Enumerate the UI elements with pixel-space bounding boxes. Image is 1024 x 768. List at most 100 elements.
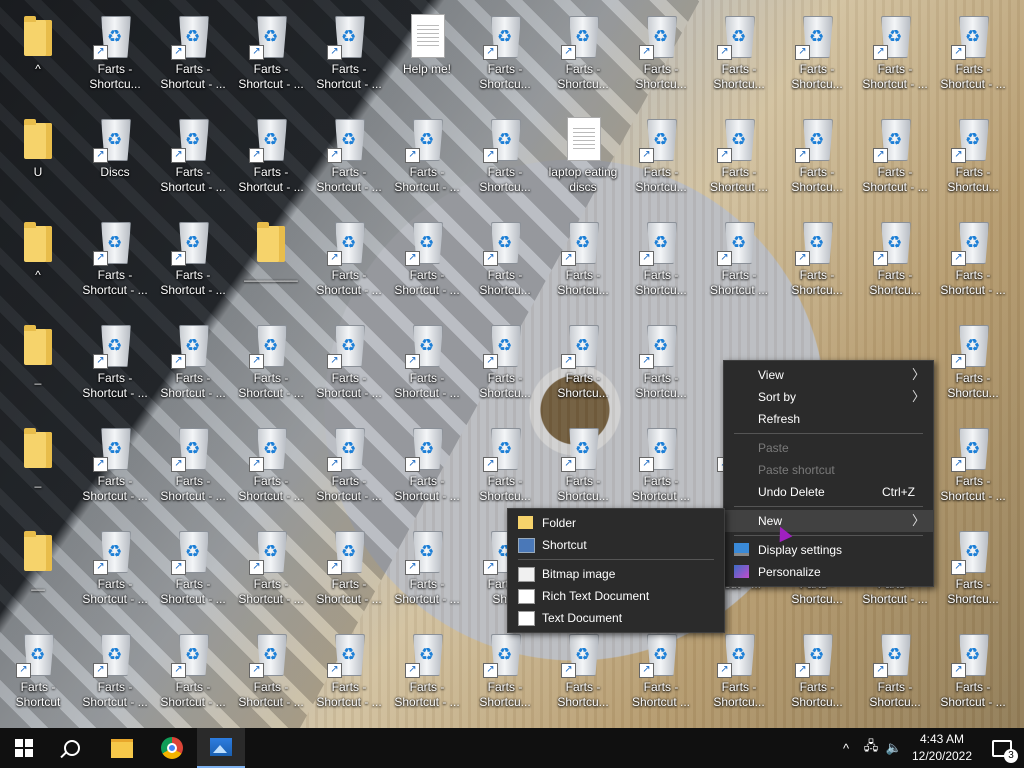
search-button[interactable] (48, 728, 96, 768)
desktop-icon[interactable]: ↗ Farts - Shortcu... (467, 622, 543, 722)
desktop-icon[interactable]: ↗ Farts - Shortcut - ... (311, 210, 387, 310)
taskbar-chrome[interactable] (148, 728, 196, 768)
submenu-item-shortcut[interactable]: Shortcut (508, 534, 724, 556)
desktop-icon[interactable]: ↗ Farts - Shortcut - ... (155, 210, 231, 310)
desktop-icon[interactable]: ↗ Farts - Shortcut - ... (935, 416, 1011, 516)
desktop-icon[interactable]: ↗ Farts - Shortcut - ... (77, 313, 153, 413)
desktop-icon[interactable]: ↗ Farts - Shortcut - ... (935, 622, 1011, 722)
submenu-item-rtf[interactable]: Rich Text Document (508, 585, 724, 607)
desktop-icon[interactable]: ↗ Farts - Shortcut - ... (233, 107, 309, 207)
desktop-icon[interactable]: ↗ Farts - Shortcut - ... (311, 519, 387, 619)
desktop-icon[interactable]: ↗ Farts - Shortcut - ... (77, 416, 153, 516)
menu-item-refresh[interactable]: Refresh (724, 408, 933, 430)
desktop-icon[interactable]: ↗ Farts - Shortcut - ... (389, 622, 465, 722)
submenu-item-text[interactable]: Text Document (508, 607, 724, 629)
desktop-icon[interactable]: ↗ Farts - Shortcu... (77, 4, 153, 104)
desktop-icon[interactable]: ↗ Farts - Shortcut - ... (155, 519, 231, 619)
desktop-icon[interactable]: ↗ Farts - Shortcut - ... (389, 519, 465, 619)
submenu-item-folder[interactable]: Folder (508, 512, 724, 534)
taskbar-file-explorer[interactable] (98, 728, 146, 768)
desktop-icon[interactable]: ↗ Farts - Shortcut - ... (935, 4, 1011, 104)
desktop-icon[interactable]: ↗ Farts - Shortcut - ... (77, 519, 153, 619)
desktop-icon[interactable]: ↗ Farts - Shortcu... (467, 313, 543, 413)
desktop-icon[interactable]: ↗ Farts - Shortcu... (779, 622, 855, 722)
desktop-icon[interactable]: ↗ Farts - Shortcu... (545, 313, 621, 413)
desktop-icon[interactable]: ↗ Farts - Shortcu... (467, 416, 543, 516)
desktop-icon[interactable]: ↗ Farts - Shortcu... (935, 313, 1011, 413)
desktop-icon[interactable]: ↗ Farts - Shortcu... (779, 4, 855, 104)
desktop-icon[interactable]: ↗ Farts - Shortcu... (857, 210, 933, 310)
desktop-icon[interactable]: ↗ Farts - Shortcut - ... (311, 416, 387, 516)
desktop-icon[interactable]: ^ (0, 4, 76, 104)
desktop-icon[interactable]: ↗ Farts - Shortcu... (623, 107, 699, 207)
menu-item-personalize[interactable]: Personalize (724, 561, 933, 583)
taskbar-photos[interactable] (197, 728, 245, 768)
desktop-icon[interactable]: ↗ Farts - Shortcu... (545, 622, 621, 722)
desktop-icon[interactable]: U (0, 107, 76, 207)
desktop-icon[interactable]: ↗ Discs (77, 107, 153, 207)
desktop-icon[interactable]: ↗ Farts - Shortcut (0, 622, 76, 722)
desktop-icon[interactable]: ↗ Farts - Shortcu... (857, 622, 933, 722)
desktop-icon[interactable]: ↗ Farts - Shortcu... (545, 416, 621, 516)
volume-icon[interactable]: 🔈 (884, 728, 904, 768)
desktop-icon[interactable]: ↗ Farts - Shortcu... (467, 210, 543, 310)
desktop-icon[interactable]: ↗ Farts - Shortcut - ... (155, 622, 231, 722)
desktop-icon[interactable]: ↗ Farts - Shortcut - ... (857, 107, 933, 207)
desktop-icon[interactable]: ↗ Farts - Shortcut - ... (233, 4, 309, 104)
clock[interactable]: 4:43 AM 12/20/2022 (904, 728, 980, 768)
desktop-icon[interactable]: ↗ Farts - Shortcut - ... (389, 210, 465, 310)
desktop-icon[interactable]: ↗ Farts - Shortcu... (545, 4, 621, 104)
desktop-icon[interactable]: __ (0, 519, 76, 619)
desktop-icon[interactable]: ↗ Farts - Shortcut - ... (389, 313, 465, 413)
desktop-icon[interactable]: ↗ Farts - Shortcut - ... (311, 622, 387, 722)
desktop-icon[interactable]: ↗ Farts - Shortcu... (935, 107, 1011, 207)
desktop-icon[interactable]: ↗ Farts - Shortcut - ... (155, 416, 231, 516)
desktop-icon[interactable]: ↗ Farts - Shortcut - ... (77, 622, 153, 722)
desktop-icon[interactable]: ↗ Farts - Shortcu... (623, 313, 699, 413)
desktop-icon[interactable]: ↗ Farts - Shortcut ... (701, 107, 777, 207)
desktop-icon[interactable]: _ (0, 416, 76, 516)
desktop-icon[interactable]: ↗ Farts - Shortcu... (701, 4, 777, 104)
desktop-icon[interactable]: ↗ Farts - Shortcu... (701, 622, 777, 722)
desktop-icon[interactable]: ↗ Farts - Shortcut ... (701, 210, 777, 310)
desktop-icon[interactable]: ↗ Farts - Shortcu... (467, 107, 543, 207)
desktop-icon[interactable]: laptop eating discs (545, 107, 621, 207)
desktop-icon[interactable]: ↗ Farts - Shortcut - ... (155, 313, 231, 413)
desktop-icon[interactable]: ↗ Farts - Shortcu... (779, 210, 855, 310)
desktop-icon[interactable]: ↗ Farts - Shortcut - ... (233, 519, 309, 619)
desktop-icon[interactable]: ↗ Farts - Shortcu... (467, 4, 543, 104)
desktop-icon[interactable]: ________ (233, 210, 309, 310)
desktop-icon[interactable]: ↗ Farts - Shortcut - ... (233, 622, 309, 722)
desktop-icon[interactable]: ↗ Farts - Shortcu... (779, 107, 855, 207)
desktop-icon[interactable]: ↗ Farts - Shortcut - ... (233, 313, 309, 413)
menu-item-new[interactable]: New 〉 (724, 510, 933, 532)
desktop-icon[interactable]: ↗ Farts - Shortcut - ... (311, 313, 387, 413)
desktop-icon[interactable]: ↗ Farts - Shortcu... (623, 210, 699, 310)
desktop-icon[interactable]: ↗ Farts - Shortcut ... (623, 416, 699, 516)
desktop-icon[interactable]: ^ (0, 210, 76, 310)
desktop-icon[interactable]: ↗ Farts - Shortcut - ... (935, 210, 1011, 310)
desktop-icon[interactable]: ↗ Farts - Shortcu... (623, 4, 699, 104)
menu-item-undo-delete[interactable]: Undo Delete Ctrl+Z (724, 481, 933, 503)
desktop-icon[interactable]: ↗ Farts - Shortcut - ... (389, 107, 465, 207)
desktop-icon[interactable]: _ (0, 313, 76, 413)
menu-item-sort-by[interactable]: Sort by 〉 (724, 386, 933, 408)
notification-center-button[interactable]: 3 (980, 728, 1024, 768)
menu-item-view[interactable]: View 〉 (724, 364, 933, 386)
desktop-icon[interactable]: Help me! (389, 4, 465, 104)
desktop-icon[interactable]: ↗ Farts - Shortcut - ... (155, 4, 231, 104)
desktop-icon[interactable]: ↗ Farts - Shortcut - ... (77, 210, 153, 310)
desktop-icon[interactable]: ↗ Farts - Shortcut - ... (311, 4, 387, 104)
desktop-icon[interactable]: ↗ Farts - Shortcut - ... (233, 416, 309, 516)
network-icon[interactable]: 🖧 (860, 728, 882, 768)
desktop-icon[interactable]: ↗ Farts - Shortcut - ... (389, 416, 465, 516)
start-button[interactable] (0, 728, 48, 768)
desktop-icon[interactable]: ↗ Farts - Shortcut - ... (311, 107, 387, 207)
desktop-icon[interactable]: ↗ Farts - Shortcut - ... (857, 4, 933, 104)
desktop-icon[interactable]: ↗ Farts - Shortcu... (545, 210, 621, 310)
menu-item-display-settings[interactable]: Display settings (724, 539, 933, 561)
tray-overflow-chevron[interactable]: ^ (836, 728, 856, 768)
desktop-icon[interactable]: ↗ Farts - Shortcut ... (623, 622, 699, 722)
submenu-item-bitmap[interactable]: Bitmap image (508, 563, 724, 585)
desktop-icon[interactable]: ↗ Farts - Shortcu... (935, 519, 1011, 619)
